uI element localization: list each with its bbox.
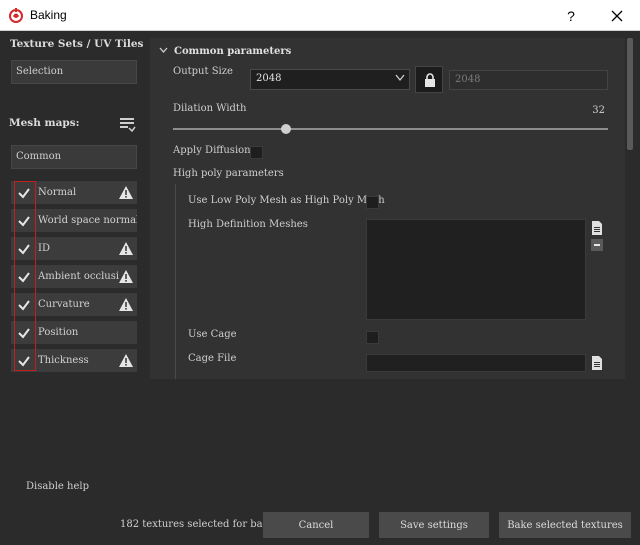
selection-field[interactable]: Selection (11, 60, 137, 84)
mesh-map-label: Normal (38, 187, 77, 198)
window-title: Baking (30, 8, 67, 22)
apply-diffusion-checkbox[interactable] (250, 146, 263, 159)
cancel-button[interactable]: Cancel (263, 512, 369, 538)
disable-help-link[interactable]: Disable help (26, 481, 89, 492)
hd-meshes-list[interactable] (366, 219, 586, 320)
file-icon[interactable] (591, 221, 603, 235)
indent-guide (175, 184, 176, 379)
output-size-dropdown[interactable]: 2048 (250, 69, 410, 90)
use-cage-checkbox[interactable] (366, 331, 379, 344)
mesh-map-label: Thickness (38, 355, 89, 366)
mesh-map-label: Position (38, 327, 79, 338)
output-size-label: Output Size (173, 66, 233, 77)
title-bar: Baking ? (0, 0, 640, 31)
use-low-poly-label: Use Low Poly Mesh as High Poly Mesh (188, 195, 385, 206)
mesh-map-label: ID (38, 243, 50, 254)
mesh-map-label: World space normal (38, 215, 137, 226)
highlight-outline (14, 181, 36, 371)
use-cage-label: Use Cage (188, 329, 237, 340)
output-size-value: 2048 (256, 73, 282, 84)
warning-icon (119, 298, 133, 311)
warning-icon (119, 242, 133, 255)
file-icon[interactable] (591, 356, 603, 370)
dilation-slider-track[interactable] (173, 128, 608, 130)
save-settings-button[interactable]: Save settings (379, 512, 489, 538)
lock-button[interactable] (415, 66, 443, 93)
common-item[interactable]: Common (11, 145, 137, 169)
warning-icon (119, 354, 133, 367)
warning-icon (119, 186, 133, 199)
cage-file-field[interactable] (366, 354, 586, 372)
hd-meshes-label: High Definition Meshes (188, 219, 308, 230)
dilation-width-value[interactable]: 32 (575, 105, 605, 116)
close-button[interactable] (597, 0, 637, 31)
dilation-slider-handle[interactable] (281, 124, 292, 134)
output-size-locked-field: 2048 (449, 70, 608, 90)
bake-selected-button[interactable]: Bake selected textures (499, 512, 631, 538)
warning-icon (119, 270, 133, 283)
mesh-map-label: Curvature (38, 299, 90, 310)
chevron-down-icon[interactable] (159, 47, 168, 54)
help-button[interactable]: ? (553, 0, 589, 31)
dilation-width-label: Dilation Width (173, 103, 247, 114)
apply-diffusion-label: Apply Diffusion (173, 145, 251, 156)
substance-painter-icon (9, 8, 23, 23)
texture-sets-title: Texture Sets / UV Tiles (10, 38, 144, 50)
lock-icon (425, 73, 435, 87)
mesh-map-label: Ambient occlusion (38, 271, 119, 282)
use-low-poly-checkbox[interactable] (366, 196, 379, 209)
common-parameters-panel: Common parameters Output Size 2048 2048 … (150, 38, 625, 379)
remove-mesh-button[interactable] (591, 239, 603, 251)
filter-list-icon[interactable] (119, 117, 136, 133)
scrollbar-thumb[interactable] (627, 38, 633, 150)
vertical-scrollbar[interactable] (625, 38, 635, 379)
common-parameters-title: Common parameters (174, 46, 292, 57)
cage-file-label: Cage File (188, 353, 237, 364)
status-text: 182 textures selected for baking (120, 519, 285, 530)
chevron-down-icon (395, 74, 405, 82)
high-poly-title: High poly parameters (173, 168, 284, 179)
mesh-maps-title: Mesh maps: (9, 117, 80, 129)
close-icon (611, 10, 623, 21)
